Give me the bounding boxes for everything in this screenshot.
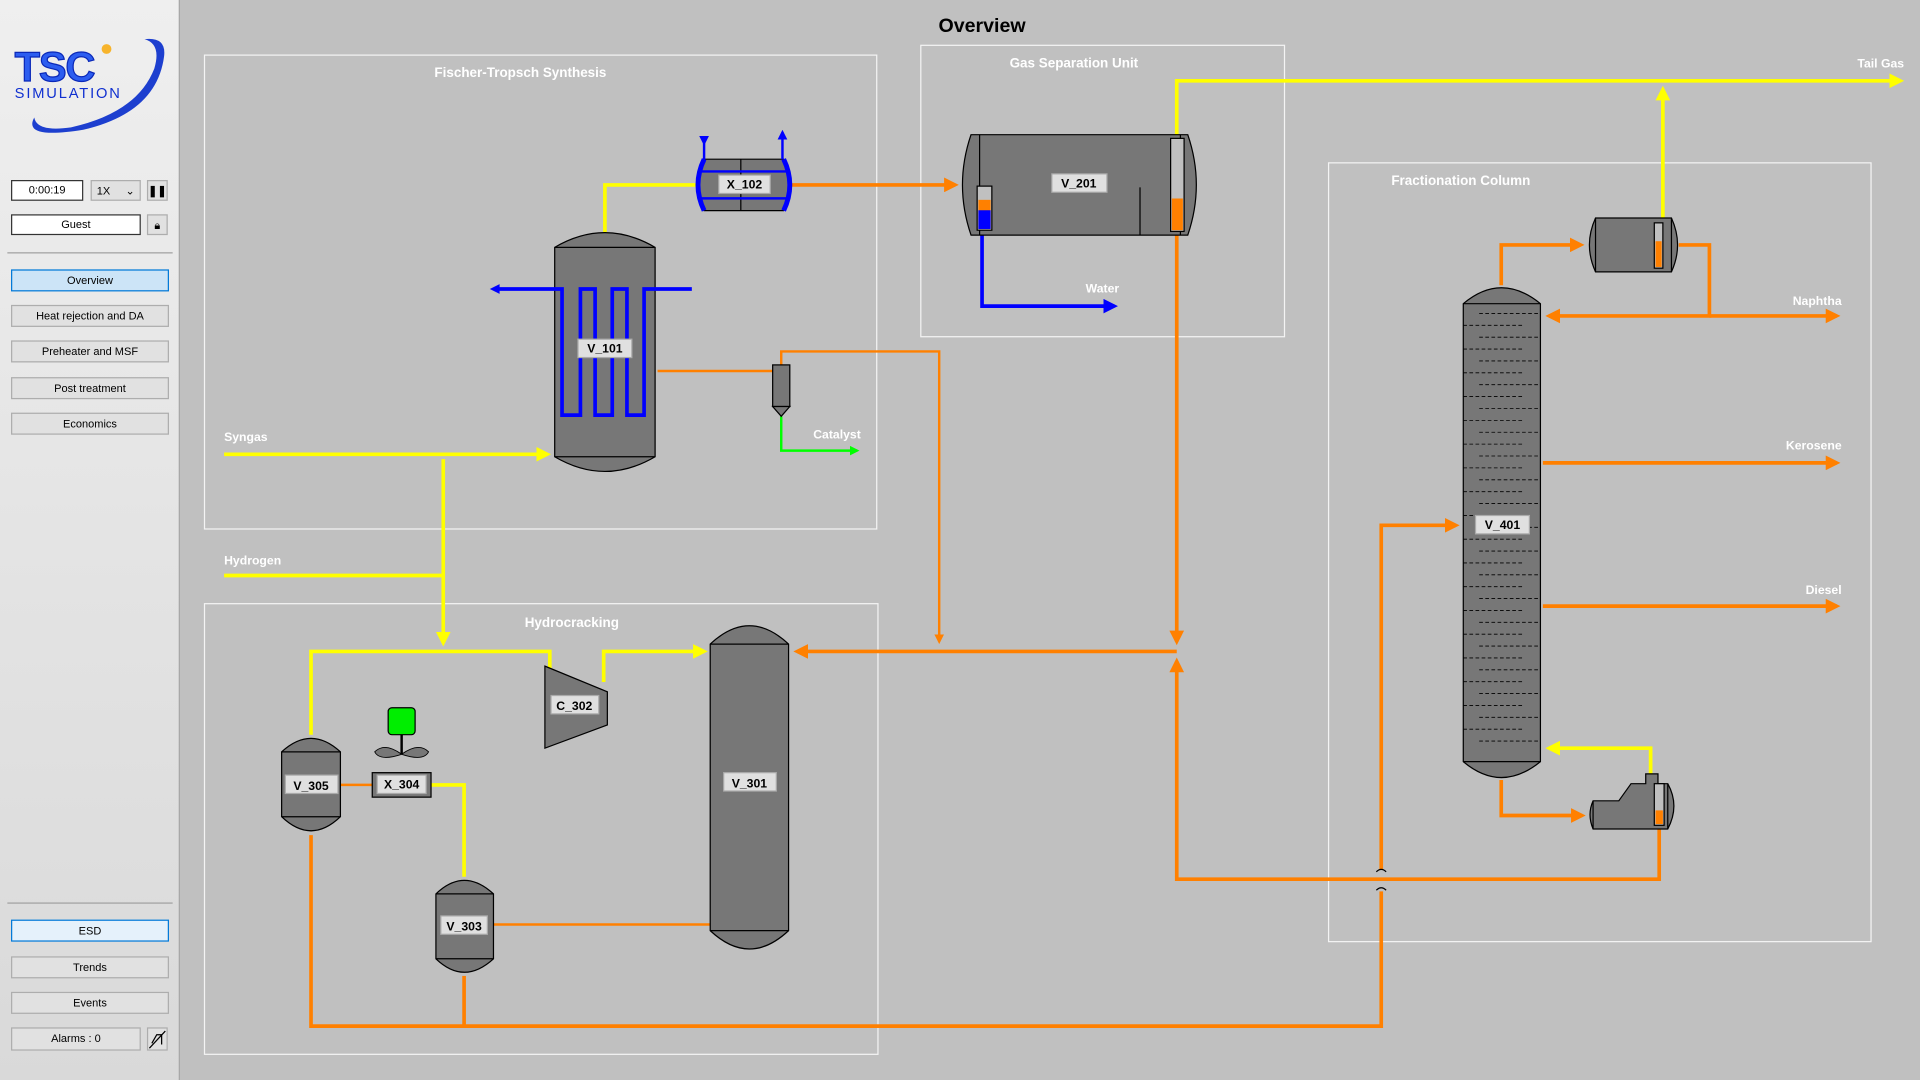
- kerosene-label: Kerosene: [1786, 438, 1842, 452]
- v201-tag: V_201: [1061, 176, 1097, 190]
- v201-water-level: [976, 185, 993, 231]
- v201-oil-level: [1170, 137, 1185, 233]
- hc-gas-line: [309, 649, 552, 735]
- naphtha-label: Naphtha: [1793, 294, 1842, 308]
- x304-tag: X_304: [384, 778, 420, 792]
- equipment-tags: V_101 X_102 V_201 V_401 V_301 C_302 V_30…: [284, 173, 1531, 935]
- v101-overhead-line: [603, 183, 698, 233]
- v301-tag: V_301: [732, 776, 768, 790]
- column-bottom-line: [1499, 780, 1586, 823]
- c302-tag: C_302: [556, 699, 592, 713]
- hc-section-title: Hydrocracking: [525, 615, 619, 630]
- process-diagram: Overview Fischer-Tropsch Synthesis Gas S…: [203, 15, 1905, 1055]
- c302-outlet-line: [601, 644, 708, 683]
- ft-section: [203, 54, 878, 530]
- condenser-level: [1653, 222, 1664, 269]
- catalyst-label: Catalyst: [813, 427, 861, 441]
- x304-outlet-line: [431, 783, 466, 877]
- column-overhead-line: [1499, 237, 1585, 286]
- syngas-label: Syngas: [224, 430, 268, 444]
- v101-tag: V_101: [587, 342, 623, 356]
- v305-tag: V_305: [293, 779, 329, 793]
- tail-gas-label: Tail Gas: [1857, 56, 1904, 70]
- separator-overflow-line: [780, 350, 945, 645]
- tail-gas-line: [1174, 73, 1905, 135]
- cooling-water-out-arrow: [489, 284, 500, 294]
- fan-icon: [374, 707, 430, 758]
- hydrogen-label: Hydrogen: [224, 553, 281, 567]
- frac-section-title: Fractionation Column: [1391, 173, 1530, 188]
- reboiler-level: [1653, 783, 1665, 826]
- page-title: Overview: [939, 15, 1027, 37]
- gsu-section-title: Gas Separation Unit: [1010, 55, 1139, 70]
- ft-section-title: Fischer-Tropsch Synthesis: [434, 65, 606, 80]
- reboiler-return-line: [1169, 657, 1662, 882]
- v303-tag: V_303: [446, 920, 482, 934]
- reboiler-vapor-line: [1545, 740, 1653, 774]
- x102-tag: X_102: [727, 178, 763, 192]
- catalyst-separator[interactable]: [771, 364, 792, 418]
- v401-tag: V_401: [1485, 518, 1521, 532]
- x102-cooling-tubes: [695, 129, 793, 212]
- condenser-drum[interactable]: [1588, 217, 1679, 273]
- water-label: Water: [1086, 282, 1120, 296]
- diesel-label: Diesel: [1806, 583, 1842, 597]
